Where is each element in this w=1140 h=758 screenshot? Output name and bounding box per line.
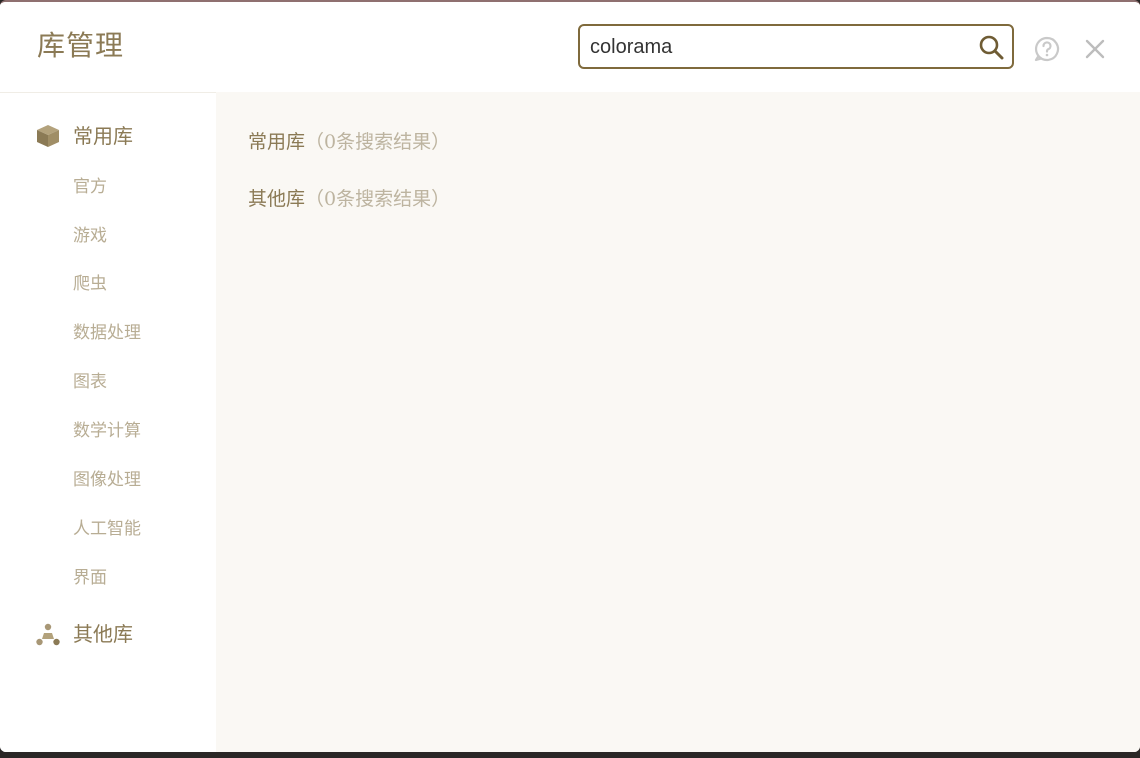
sidebar-item-games[interactable]: 游戏 xyxy=(73,224,107,248)
sidebar-item-ai[interactable]: 人工智能 xyxy=(73,517,141,541)
result-section-common: 常用库（0条搜索结果） xyxy=(248,128,450,156)
sidebar: 常用库 官方 游戏 爬虫 数据处理 图表 数学计算 图像处理 人工智能 界面 其… xyxy=(0,92,216,752)
search-input[interactable] xyxy=(590,32,960,62)
sidebar-category-label: 其他库 xyxy=(73,622,133,646)
result-count: （0条搜索结果） xyxy=(305,131,451,153)
sidebar-item-math[interactable]: 数学计算 xyxy=(73,419,141,443)
sidebar-item-charts[interactable]: 图表 xyxy=(73,370,107,394)
library-manager-dialog: 库管理 常用库 官方 游戏 爬 xyxy=(0,0,1140,752)
sidebar-item-gui[interactable]: 界面 xyxy=(73,566,107,590)
sidebar-item-official[interactable]: 官方 xyxy=(73,175,107,199)
search-box[interactable] xyxy=(578,24,1014,69)
page-title: 库管理 xyxy=(37,29,125,62)
sidebar-category-label: 常用库 xyxy=(73,124,133,148)
help-icon[interactable] xyxy=(1034,36,1060,62)
sidebar-category-common[interactable]: 常用库 xyxy=(35,121,133,151)
result-section-name: 其他库 xyxy=(248,188,306,210)
sidebar-item-crawler[interactable]: 爬虫 xyxy=(73,272,107,296)
close-icon[interactable] xyxy=(1083,37,1107,61)
result-count: （0条搜索结果） xyxy=(305,188,451,210)
results-panel: 常用库（0条搜索结果） 其他库（0条搜索结果） xyxy=(216,92,1140,752)
result-section-other: 其他库（0条搜索结果） xyxy=(248,185,450,213)
window-bottom-edge xyxy=(0,752,1140,758)
sidebar-category-other[interactable]: 其他库 xyxy=(35,619,133,649)
dialog-header: 库管理 xyxy=(0,2,1140,92)
molecule-icon xyxy=(36,623,60,646)
sidebar-item-data-processing[interactable]: 数据处理 xyxy=(73,321,141,345)
search-icon[interactable] xyxy=(978,34,1004,60)
sidebar-item-image-processing[interactable]: 图像处理 xyxy=(73,468,141,492)
result-section-name: 常用库 xyxy=(248,131,306,153)
cube-icon xyxy=(37,125,59,147)
